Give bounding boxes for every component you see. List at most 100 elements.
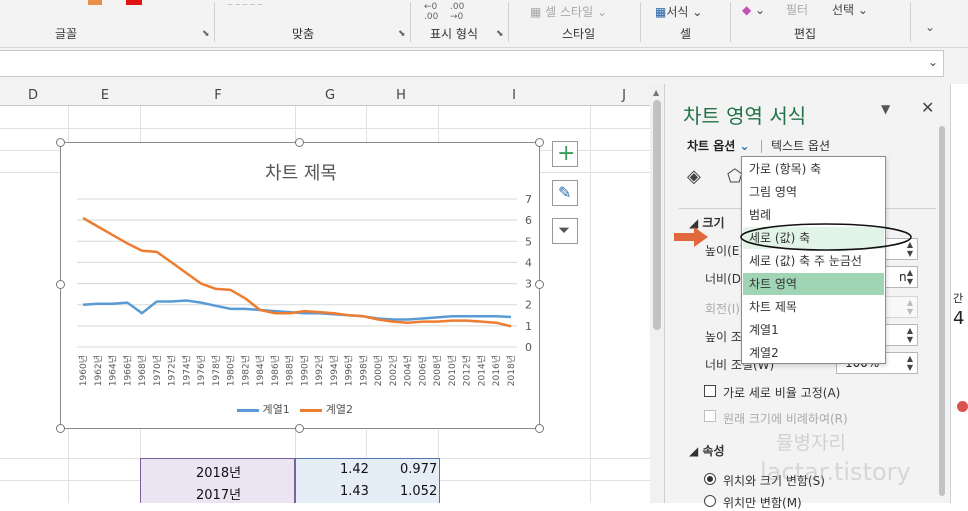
decimal-increase-icon[interactable]: ←0.00 <box>424 2 438 22</box>
funnel-icon: ⏷ <box>558 221 571 239</box>
x-tick-label: 1988년 <box>285 355 296 386</box>
group-align: 맞춤 <box>292 27 315 41</box>
column-header-f[interactable]: F <box>208 88 228 103</box>
pane-options-dropdown-icon[interactable]: ▼ <box>881 102 890 116</box>
cell-value[interactable]: 1.43 <box>340 484 369 499</box>
tab-chart-options[interactable]: 차트 옵션 ⌄ <box>687 137 750 154</box>
properties-section-header[interactable]: ◢ 속성 <box>689 442 725 459</box>
formula-input[interactable] <box>0 50 944 77</box>
cell-year[interactable]: 2017년 <box>196 484 241 503</box>
chart-elements-button[interactable]: + <box>552 141 578 167</box>
watermark: 뮬병자리 <box>776 432 846 454</box>
highlight-swatch[interactable] <box>126 0 142 5</box>
cell-style-button[interactable]: ▦ 셀 스타일 ⌄ <box>530 3 607 20</box>
dropdown-item[interactable]: 차트 영역 <box>743 273 884 295</box>
pane-scroll-thumb[interactable] <box>939 126 945 496</box>
fill-line-icon[interactable]: ◈ <box>687 166 701 187</box>
x-tick-label: 1966년 <box>122 355 133 386</box>
vertical-scrollbar[interactable]: ▲ <box>650 84 664 503</box>
legend-marker <box>237 408 259 412</box>
resize-handle[interactable] <box>295 424 304 433</box>
legend-marker <box>300 408 323 412</box>
x-tick-label: 1972년 <box>167 355 178 386</box>
dropdown-item[interactable]: 차트 제목 <box>743 296 884 318</box>
cell-value[interactable]: 1.052 <box>400 484 437 499</box>
column-header-i[interactable]: I <box>504 88 524 103</box>
legend[interactable]: 계열1 계열2 <box>237 401 353 417</box>
chart-styles-button[interactable]: ✎ <box>552 180 578 206</box>
pane-title: 차트 영역 서식 <box>683 104 807 128</box>
radio-move-only[interactable] <box>704 495 716 507</box>
column-header-j[interactable]: J <box>614 88 634 103</box>
column-header-d[interactable]: D <box>23 88 43 103</box>
cell-value[interactable]: 1.42 <box>340 462 369 477</box>
x-tick-label: 1970년 <box>152 355 163 386</box>
filter-button[interactable]: 필터 <box>786 1 808 18</box>
divider <box>508 2 509 42</box>
legend-label: 계열2 <box>325 403 353 416</box>
group-edit: 편집 <box>794 27 817 41</box>
column-header-g[interactable]: G <box>320 88 340 103</box>
worksheet-grid[interactable]: D E F G H I J 2018년 1.42 0.977 2017년 1.4… <box>0 84 650 503</box>
x-tick-label: 1992년 <box>314 355 325 386</box>
ribbon-collapse-icon[interactable]: ⌄ <box>925 20 935 34</box>
pane-close-icon[interactable]: ✕ <box>921 98 934 117</box>
spinner-arrows-icon: ▲ ▼ <box>906 326 913 344</box>
eraser-button[interactable]: ◆ ⌄ <box>742 3 765 17</box>
x-tick-label: 1976년 <box>196 355 207 386</box>
resize-handle[interactable] <box>535 138 544 147</box>
dropdown-item[interactable]: 그림 영역 <box>743 181 884 203</box>
cell-year[interactable]: 2018년 <box>196 462 241 481</box>
tab-text-options[interactable]: 텍스트 옵션 <box>771 137 830 154</box>
resize-handle[interactable] <box>56 424 65 433</box>
chart-element-dropdown[interactable]: 가로 (항목) 축 그림 영역 범례 세로 (값) 축 세로 (값) 축 주 눈금선 차트… <box>741 156 886 364</box>
dropdown-item[interactable]: 계열1 <box>743 319 884 341</box>
font-launcher-icon[interactable]: ⬊ <box>202 29 210 39</box>
relative-original-checkbox[interactable] <box>704 410 716 422</box>
y-tick-label: 2 <box>525 299 532 312</box>
lock-aspect-checkbox[interactable] <box>704 385 716 397</box>
x-tick-label: 1998년 <box>358 355 369 386</box>
number-launcher-icon[interactable]: ⬊ <box>496 29 504 39</box>
decimal-decrease-icon[interactable]: .00 →0 <box>450 2 464 22</box>
format-button[interactable]: ▦서식 ⌄ <box>655 3 702 20</box>
x-tick-label: 1982년 <box>240 355 251 386</box>
radio-move-size[interactable] <box>704 473 716 485</box>
column-header-e[interactable]: E <box>95 88 115 103</box>
scroll-thumb[interactable] <box>653 100 661 330</box>
align-icons[interactable]: ⎯ ⎯ ⎯ ⎯ ⎯ <box>228 0 388 10</box>
dropdown-item[interactable]: 가로 (항목) 축 <box>743 158 884 180</box>
resize-handle[interactable] <box>56 280 65 289</box>
group-cells: 셀 <box>680 27 692 41</box>
align-launcher-icon[interactable]: ⬊ <box>398 29 406 39</box>
format-icon: ▦ <box>655 5 667 19</box>
watermark: lactar.tistory <box>760 458 911 486</box>
right-edge-strip: 간 4 <box>950 84 968 503</box>
chart-area[interactable]: 차트 제목 0 1 2 3 4 5 6 7 1960년 1962년 1964년 1966년 1968년 1… <box>60 142 540 429</box>
chart-filters-button[interactable]: ⏷ <box>552 218 578 244</box>
formula-expand-icon[interactable]: ⌄ <box>928 55 938 69</box>
chevron-down-icon: ⌄ <box>739 139 750 153</box>
group-style: 스타일 <box>562 27 596 41</box>
cell-value[interactable]: 0.977 <box>400 462 437 477</box>
x-tick-label: 1974년 <box>181 355 192 386</box>
x-tick-label: 2004년 <box>403 355 414 386</box>
column-header-h[interactable]: H <box>391 88 411 103</box>
group-number: 표시 형식 <box>430 27 478 41</box>
radio-dot <box>707 476 713 482</box>
x-tick-label: 1964년 <box>108 355 119 386</box>
font-color-swatch[interactable] <box>88 0 102 5</box>
dropdown-item[interactable]: 계열2 <box>743 342 884 364</box>
x-tick-label: 2016년 <box>491 355 502 386</box>
select-button[interactable]: 선택 ⌄ <box>832 1 868 18</box>
divider <box>910 2 911 42</box>
resize-handle[interactable] <box>295 138 304 147</box>
x-tick-label: 2008년 <box>432 355 443 386</box>
pane-scrollbar[interactable] <box>936 124 948 503</box>
scroll-up-icon[interactable]: ▲ <box>653 88 659 97</box>
resize-handle[interactable] <box>535 280 544 289</box>
resize-handle[interactable] <box>535 424 544 433</box>
x-tick-label: 1994년 <box>329 355 340 386</box>
resize-handle[interactable] <box>56 138 65 147</box>
plot-area[interactable]: 0 1 2 3 4 5 6 7 1960년 1962년 1964년 1966년 1968년 1970년 19… <box>61 143 541 430</box>
